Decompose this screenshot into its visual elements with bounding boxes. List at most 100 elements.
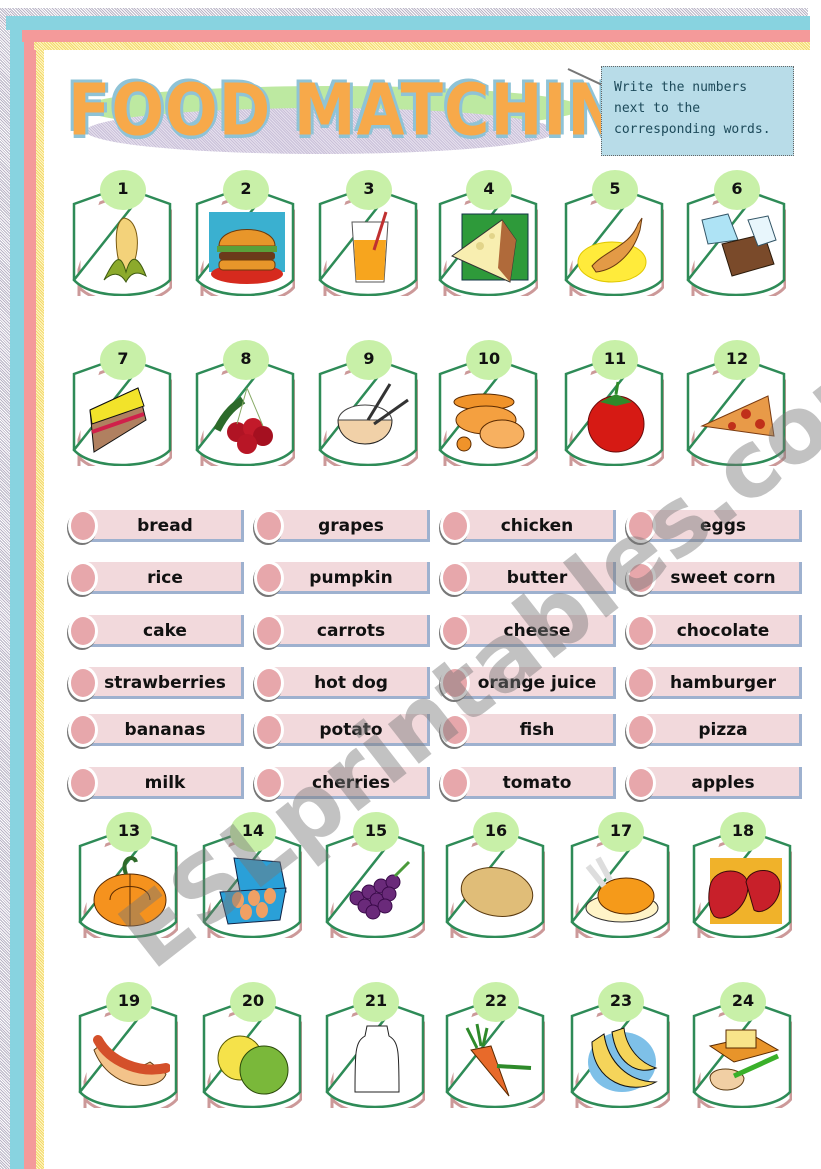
word-label: pumpkin — [309, 568, 393, 588]
picture-card: 5 — [564, 170, 670, 300]
picture-card: 12 — [686, 340, 792, 470]
word-label: butter — [506, 568, 568, 588]
word-item: butter — [440, 560, 622, 598]
picture-number: 2 — [223, 170, 269, 210]
pizza-icon — [698, 380, 778, 456]
word-item: potato — [254, 712, 436, 750]
picture-number: 19 — [106, 982, 152, 1022]
corn-icon — [84, 210, 164, 286]
word-item: chicken — [440, 508, 622, 546]
word-label: fish — [519, 720, 555, 740]
word-label: cherries — [312, 773, 390, 793]
word-item: hamburger — [626, 665, 808, 703]
bananas-icon — [582, 1022, 662, 1098]
border-stripe-pink-top — [22, 30, 810, 42]
picture-card: 16 — [445, 812, 551, 942]
word-item: bananas — [68, 712, 250, 750]
word-label: orange juice — [477, 673, 597, 693]
word-item: pizza — [626, 712, 808, 750]
word-label: rice — [147, 568, 183, 588]
picture-card: 22 — [445, 982, 551, 1112]
word-label: bread — [137, 516, 193, 536]
border-stripe-pink-left — [24, 30, 36, 1169]
picture-number: 10 — [466, 340, 512, 380]
word-item: grapes — [254, 508, 436, 546]
word-item: hot dog — [254, 665, 436, 703]
hamburger-icon — [207, 210, 287, 286]
picture-card: 23 — [570, 982, 676, 1112]
picture-card: 7 — [72, 340, 178, 470]
picture-card: 14 — [202, 812, 308, 942]
picture-card: 4 — [438, 170, 544, 300]
picture-card: 8 — [195, 340, 301, 470]
picture-number: 20 — [230, 982, 276, 1022]
border-stripe-grey-left — [0, 8, 10, 1169]
word-item: sweet corn — [626, 560, 808, 598]
hot-dog-icon — [90, 1022, 171, 1098]
picture-card: 1 — [72, 170, 178, 300]
word-item: fish — [440, 712, 622, 750]
rice-icon — [330, 380, 410, 456]
picture-number: 4 — [466, 170, 512, 210]
picture-card: 19 — [78, 982, 184, 1112]
picture-number: 7 — [100, 340, 146, 380]
picture-card: 18 — [692, 812, 798, 942]
word-item: cake — [68, 613, 250, 651]
cake-icon — [84, 380, 164, 456]
word-label: milk — [144, 773, 186, 793]
tomato-icon — [576, 380, 656, 456]
word-label: eggs — [700, 516, 746, 536]
picture-number: 18 — [720, 812, 766, 852]
cheese-icon — [450, 210, 530, 286]
picture-number: 5 — [592, 170, 638, 210]
word-item: strawberries — [68, 665, 250, 703]
word-label: strawberries — [104, 673, 226, 693]
word-item: rice — [68, 560, 250, 598]
word-label: apples — [691, 773, 755, 793]
picture-number: 11 — [592, 340, 638, 380]
picture-number: 21 — [353, 982, 399, 1022]
fish-icon — [576, 210, 656, 286]
picture-number: 9 — [346, 340, 392, 380]
word-item: bread — [68, 508, 250, 546]
word-label: hamburger — [669, 673, 777, 693]
picture-number: 16 — [473, 812, 519, 852]
picture-number: 12 — [714, 340, 760, 380]
picture-number: 8 — [223, 340, 269, 380]
picture-card: 6 — [686, 170, 792, 300]
picture-card: 20 — [202, 982, 308, 1112]
picture-card: 3 — [318, 170, 424, 300]
border-stripe-yellow-left — [36, 42, 44, 1169]
picture-card: 17 — [570, 812, 676, 942]
chocolate-icon — [698, 210, 778, 286]
grapes-icon — [337, 852, 417, 928]
word-item: pumpkin — [254, 560, 436, 598]
word-label: cheese — [503, 621, 571, 641]
potato-icon — [457, 852, 537, 928]
word-item: milk — [68, 765, 250, 803]
picture-card: 15 — [325, 812, 431, 942]
picture-card: 11 — [564, 340, 670, 470]
picture-card: 13 — [78, 812, 184, 942]
butter-icon — [704, 1022, 784, 1098]
word-label: chocolate — [676, 621, 770, 641]
word-item: cherries — [254, 765, 436, 803]
pumpkin-icon — [90, 852, 170, 928]
word-item: chocolate — [626, 613, 808, 651]
apples-icon — [214, 1022, 294, 1098]
border-stripe-grey-top — [0, 8, 808, 16]
word-item: carrots — [254, 613, 436, 651]
picture-number: 23 — [598, 982, 644, 1022]
word-label: sweet corn — [670, 568, 776, 588]
picture-card: 24 — [692, 982, 798, 1112]
eggs-icon — [214, 852, 294, 928]
word-label: grapes — [318, 516, 384, 536]
picture-card: 21 — [325, 982, 431, 1112]
word-item: cheese — [440, 613, 622, 651]
picture-card: 2 — [195, 170, 301, 300]
strawberries-icon — [704, 852, 784, 928]
border-stripe-blue-left — [10, 16, 24, 1169]
word-label: potato — [319, 720, 383, 740]
border-stripe-blue-top — [6, 16, 810, 30]
orange-juice-icon — [330, 210, 410, 286]
